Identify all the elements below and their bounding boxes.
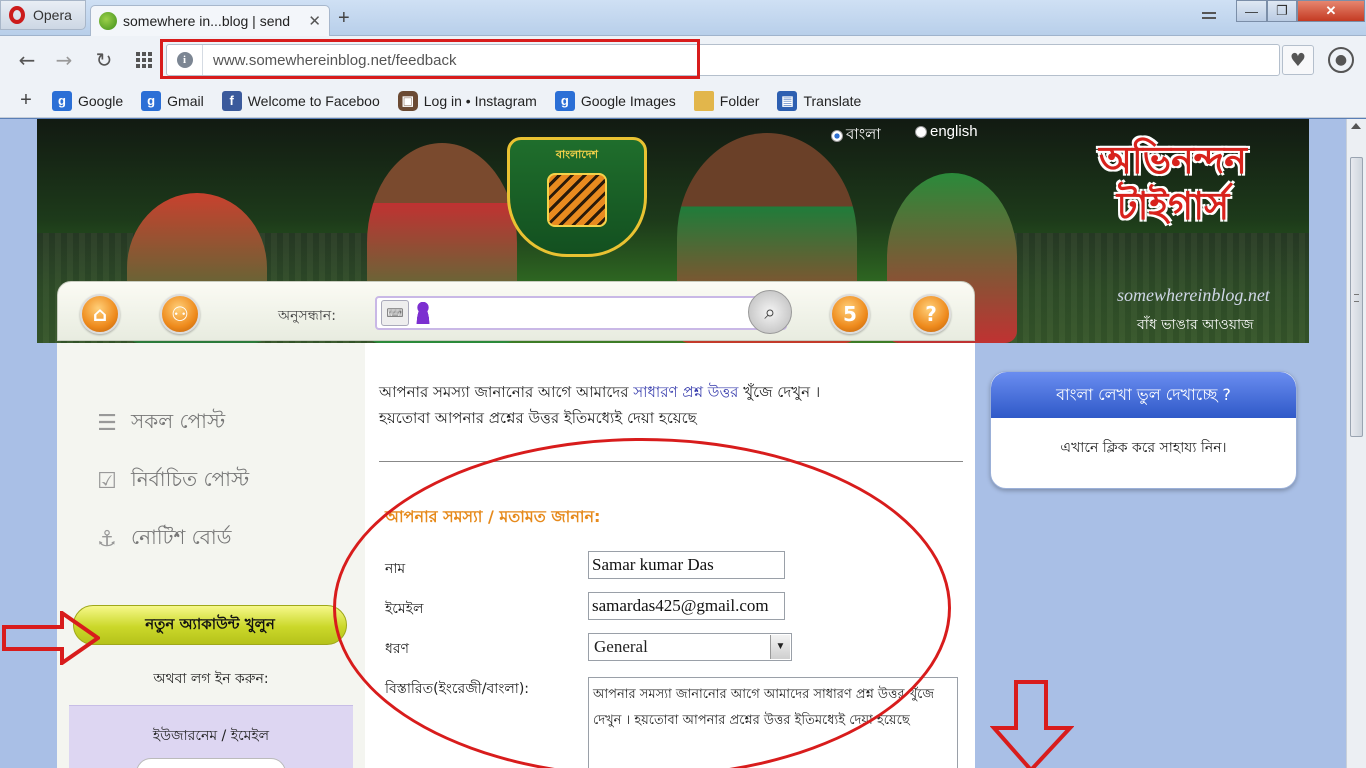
- left-sidebar: ☰ সকল পোস্ট ☑ নির্বাচিত পোস্ট ⚓ নোটিশ বোর্ড…: [57, 343, 365, 768]
- site-tagline: বাঁধ ভাঙার আওয়াজ: [1137, 317, 1254, 333]
- tiger-emblem-icon: [547, 173, 607, 227]
- bookmark-label: Google: [78, 92, 124, 109]
- opera-logo-icon: [9, 6, 25, 24]
- language-bangla-label: বাংলা: [846, 126, 881, 143]
- site-favicon-icon: [99, 12, 117, 30]
- cricket-board-crest: বাংলাদেশ: [507, 137, 647, 257]
- home-icon[interactable]: ⌂: [80, 294, 120, 334]
- active-tab[interactable]: somewhere in...blog | send ✕: [90, 5, 330, 36]
- new-account-button[interactable]: নতুন অ্যাকাউন্ট খুলুন: [73, 605, 347, 645]
- intro-line-1: আপনার সমস্যা জানানোর আগে আমাদের সাধারণ প…: [379, 379, 820, 405]
- account-icon[interactable]: ●: [1328, 47, 1354, 73]
- language-english-option[interactable]: english: [915, 123, 978, 140]
- maximize-button[interactable]: ❐: [1267, 0, 1297, 22]
- bookmark-google[interactable]: g Google: [52, 90, 124, 111]
- url-annotation-box: [160, 39, 700, 79]
- bookmarks-bar: + g Google g Gmail f Welcome to Faceboo ▣ Lo…: [0, 84, 1366, 118]
- user-search-icon[interactable]: [415, 302, 431, 324]
- username-field[interactable]: [136, 758, 286, 768]
- or-login-text: অথবা লগ ইন করুন:: [153, 671, 269, 687]
- tab-menu-icon[interactable]: [1200, 8, 1218, 24]
- crest-text: বাংলাদেশ: [555, 148, 599, 161]
- congrats-line-2: টাইগার্স: [1116, 184, 1230, 228]
- tab-title: somewhere in...blog | send: [123, 13, 291, 29]
- language-bangla-option[interactable]: বাংলা: [831, 123, 881, 148]
- help-box-title: বাংলা লেখা ভুল দেখাচ্ছে ?: [991, 372, 1296, 418]
- reload-icon[interactable]: ↻: [92, 48, 116, 72]
- new-tab-button[interactable]: +: [338, 7, 350, 30]
- google-icon: g: [554, 90, 575, 111]
- intro-suffix: খুঁজে দেখুন ।: [738, 383, 821, 401]
- add-bookmark-button[interactable]: +: [0, 89, 52, 112]
- close-tab-icon[interactable]: ✕: [308, 12, 321, 30]
- bookmark-label: Welcome to Faceboo: [247, 92, 380, 109]
- scroll-up-arrow-icon[interactable]: [1351, 123, 1361, 129]
- opera-menu-label: Opera: [33, 7, 72, 23]
- google-icon: g: [52, 90, 72, 111]
- sidebar-item-label: নির্বাচিত পোস্ট: [131, 467, 250, 491]
- facebook-icon: f: [221, 90, 242, 111]
- bookmark-google-images[interactable]: g Google Images: [554, 90, 676, 111]
- tab-bar: Opera somewhere in...blog | send ✕ + — ❐…: [0, 0, 1366, 36]
- sidebar-item-label: সকল পোস্ট: [131, 409, 226, 433]
- list-icon: ☰: [97, 411, 117, 436]
- radio-icon: [915, 125, 927, 138]
- google-icon: g: [141, 90, 162, 111]
- form-annotation-oval: [333, 438, 951, 768]
- speed-dial-icon[interactable]: [132, 48, 156, 72]
- toolbar-strip: ⌂ ⚇ অনুসন্ধান: ⌨ ⌕ 5 ?: [57, 281, 975, 341]
- sidebar-item-notice-board[interactable]: ⚓ নোটিশ বোর্ড: [95, 523, 231, 556]
- people-icon[interactable]: ⚇: [160, 294, 200, 334]
- search-input[interactable]: ⌨: [375, 296, 787, 330]
- bookmark-facebook[interactable]: f Welcome to Faceboo: [221, 90, 380, 111]
- stash-heart-icon[interactable]: ♥: [1282, 45, 1314, 75]
- bookmark-instagram[interactable]: ▣ Log in • Instagram: [397, 90, 537, 111]
- site-logo[interactable]: somewhereinblog.net: [1117, 285, 1270, 306]
- bookmark-gmail[interactable]: g Gmail: [141, 90, 204, 111]
- bookmark-label: Folder: [719, 92, 760, 109]
- bookmark-label: Gmail: [167, 92, 204, 109]
- bookmark-label: Google Images: [580, 92, 676, 109]
- opera-menu-button[interactable]: Opera: [0, 0, 86, 30]
- bookmark-label: Translate: [803, 92, 862, 109]
- login-box: ইউজারনেম / ইমেইল: [69, 705, 353, 768]
- red-arrow-right-icon: [2, 611, 100, 665]
- vertical-scrollbar[interactable]: [1346, 119, 1366, 768]
- calendar-icon[interactable]: 5: [830, 294, 870, 334]
- radio-selected-icon: [831, 129, 843, 142]
- bangla-help-box[interactable]: বাংলা লেখা ভুল দেখাচ্ছে ? এখানে ক্লিক কর…: [990, 371, 1297, 489]
- bookmark-folder[interactable]: Folder: [693, 90, 760, 111]
- congratulations-text: অভিনন্দন টাইগার্স: [1073, 137, 1273, 229]
- close-window-button[interactable]: ✕: [1297, 0, 1365, 22]
- pin-icon: ⚓: [97, 527, 117, 552]
- username-label: ইউজারনেম / ইমেইল: [152, 728, 270, 744]
- scrollbar-thumb[interactable]: [1350, 157, 1363, 437]
- forward-arrow-icon[interactable]: →: [52, 48, 76, 72]
- language-english-label: english: [930, 123, 978, 140]
- search-icon[interactable]: ⌕: [748, 290, 792, 334]
- sidebar-item-all-posts[interactable]: ☰ সকল পোস্ট: [95, 407, 225, 440]
- search-label: অনুসন্ধান:: [278, 308, 336, 324]
- intro-line-2: হয়তোবা আপনার প্রশ্নের উত্তর ইতিমধ্যেই দ…: [379, 409, 697, 427]
- minimize-button[interactable]: —: [1236, 0, 1267, 22]
- bookmark-translate[interactable]: ▤ Translate: [777, 90, 862, 111]
- instagram-icon: ▣: [397, 90, 418, 111]
- translate-icon: ▤: [777, 90, 798, 111]
- bookmark-label: Log in • Instagram: [423, 92, 537, 109]
- keyboard-icon[interactable]: ⌨: [381, 300, 409, 326]
- red-arrow-down-icon: [990, 680, 1074, 768]
- faq-link[interactable]: সাধারণ প্রশ্ন উত্তর: [633, 383, 738, 401]
- checklist-icon: ☑: [97, 469, 117, 494]
- sidebar-item-selected-posts[interactable]: ☑ নির্বাচিত পোস্ট: [95, 465, 249, 498]
- sidebar-item-label: নোটিশ বোর্ড: [131, 525, 232, 549]
- intro-prefix: আপনার সমস্যা জানানোর আগে আমাদের: [379, 383, 634, 401]
- help-icon[interactable]: ?: [911, 294, 951, 334]
- folder-icon: [693, 90, 714, 111]
- help-box-link[interactable]: এখানে ক্লিক করে সাহায্য নিন।: [991, 418, 1296, 478]
- intro-text: আপনার সমস্যা জানানোর আগে আমাদের সাধারণ প…: [379, 379, 820, 431]
- back-arrow-icon[interactable]: ←: [15, 48, 39, 72]
- congrats-line-1: অভিনন্দন: [1099, 138, 1247, 182]
